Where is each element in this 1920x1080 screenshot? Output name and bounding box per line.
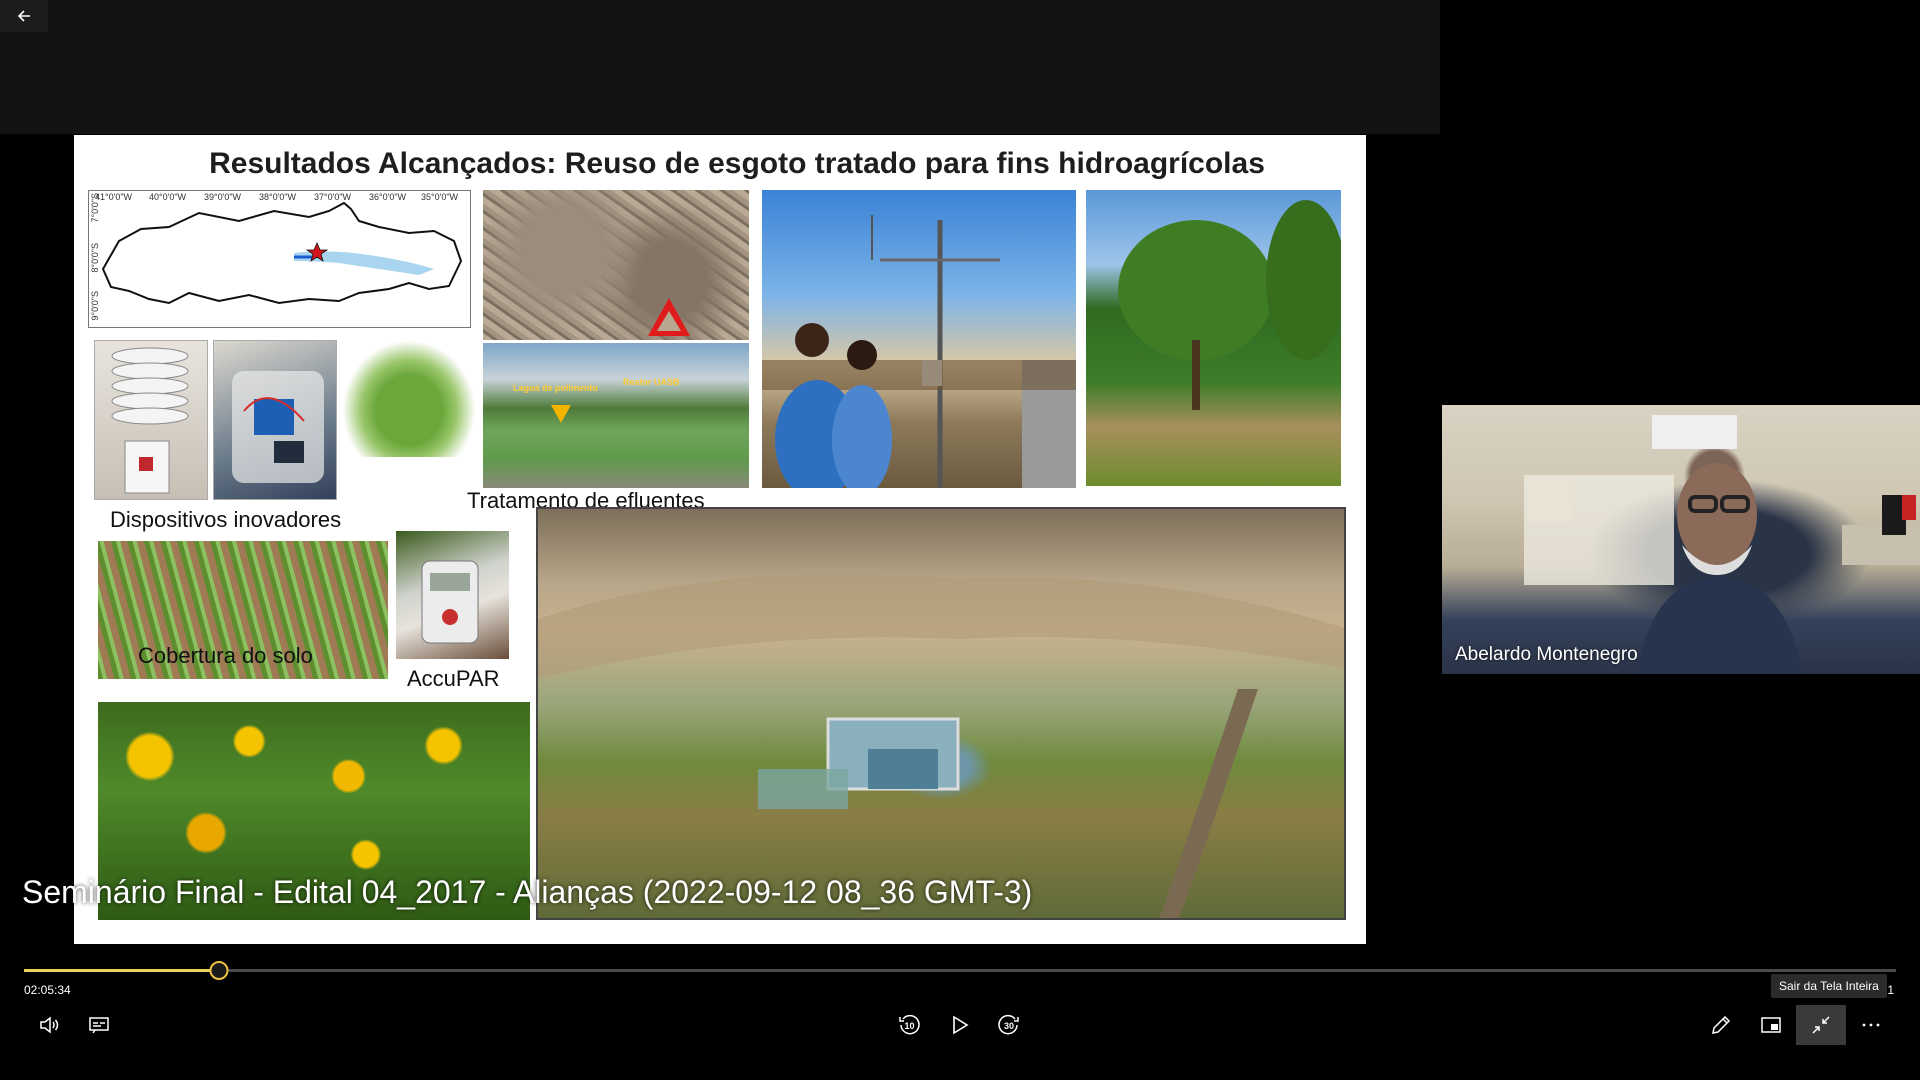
radiation-shield-icon bbox=[111, 347, 189, 494]
weather-station-photo bbox=[762, 190, 1076, 488]
more-icon bbox=[1862, 1023, 1880, 1027]
play-icon bbox=[953, 1015, 969, 1035]
participant-video: Abelardo Montenegro bbox=[1442, 405, 1920, 674]
more-options-button[interactable] bbox=[1846, 1005, 1896, 1045]
seek-bar[interactable] bbox=[24, 961, 1896, 980]
current-time: 02:05:34 bbox=[24, 983, 71, 997]
volume-icon bbox=[40, 1016, 59, 1034]
region-map: 41°0'0"W 40°0'0"W 39°0'0"W 38°0'0"W 37°0… bbox=[88, 190, 471, 328]
video-title: Seminário Final - Edital 04_2017 - Alian… bbox=[22, 874, 1033, 910]
state-outline bbox=[101, 201, 463, 305]
caption-soil: Cobertura do solo bbox=[138, 643, 313, 668]
participant-name: Abelardo Montenegro bbox=[1455, 644, 1638, 665]
seek-bar-thumb[interactable] bbox=[209, 961, 229, 980]
captions-button[interactable] bbox=[74, 1005, 124, 1045]
captions-icon bbox=[89, 1017, 109, 1034]
forward-seconds: 30 bbox=[1004, 1021, 1014, 1031]
pen-icon bbox=[1712, 1015, 1731, 1034]
pond-label: Lagoa de polimento bbox=[513, 383, 599, 393]
electronics-box-photo bbox=[213, 340, 337, 500]
exit-fullscreen-tooltip: Sair da Tela Inteira bbox=[1771, 974, 1887, 998]
forward-30-button[interactable]: 30 bbox=[984, 1005, 1034, 1045]
exit-fullscreen-button[interactable] bbox=[1796, 1005, 1846, 1045]
rewind-10-button[interactable]: 10 bbox=[884, 1005, 934, 1045]
accupar-device-photo bbox=[396, 531, 509, 659]
satellite-image bbox=[483, 190, 749, 340]
miniplayer-icon bbox=[1761, 1017, 1781, 1033]
aerial-view-photo bbox=[536, 507, 1346, 920]
tree-photo bbox=[1086, 190, 1341, 486]
circuit-board-icon bbox=[232, 371, 324, 483]
soil-cover-photo: Cobertura do solo bbox=[98, 541, 388, 679]
handheld-meter-icon bbox=[421, 560, 479, 644]
exit-fullscreen-icon bbox=[1812, 1016, 1830, 1034]
tree-icon bbox=[1118, 200, 1341, 410]
rewind-10-icon: 10 bbox=[899, 1014, 920, 1035]
cactus-illustration bbox=[342, 340, 476, 457]
back-arrow-icon bbox=[17, 10, 30, 22]
pen-button[interactable] bbox=[1696, 1005, 1746, 1045]
forward-30-icon: 30 bbox=[998, 1014, 1019, 1035]
seek-bar-progress bbox=[24, 969, 219, 972]
caption-accupar: AccuPAR bbox=[407, 666, 500, 691]
miniplayer-button[interactable] bbox=[1746, 1005, 1796, 1045]
rewind-seconds: 10 bbox=[905, 1021, 915, 1031]
volume-button[interactable] bbox=[24, 1005, 74, 1045]
reactor-label: Reator UASB bbox=[623, 377, 680, 387]
arrow-down-icon bbox=[551, 405, 571, 423]
back-button[interactable] bbox=[0, 0, 48, 32]
sensor-shield-photo bbox=[94, 340, 208, 500]
treatment-pond-photo: Lagoa de polimento Reator UASB bbox=[483, 343, 749, 488]
presentation-slide: Resultados Alcançados: Reuso de esgoto t… bbox=[74, 135, 1366, 944]
weather-mast-icon bbox=[762, 215, 1076, 488]
participant-avatar bbox=[1524, 415, 1920, 674]
slide-title: Resultados Alcançados: Reuso de esgoto t… bbox=[209, 147, 1265, 180]
top-bar bbox=[0, 0, 1440, 134]
caption-devices: Dispositivos inovadores bbox=[110, 507, 342, 532]
play-button[interactable] bbox=[934, 1005, 984, 1045]
treatment-plant-icon bbox=[538, 574, 1344, 918]
location-triangle-icon bbox=[648, 298, 690, 336]
